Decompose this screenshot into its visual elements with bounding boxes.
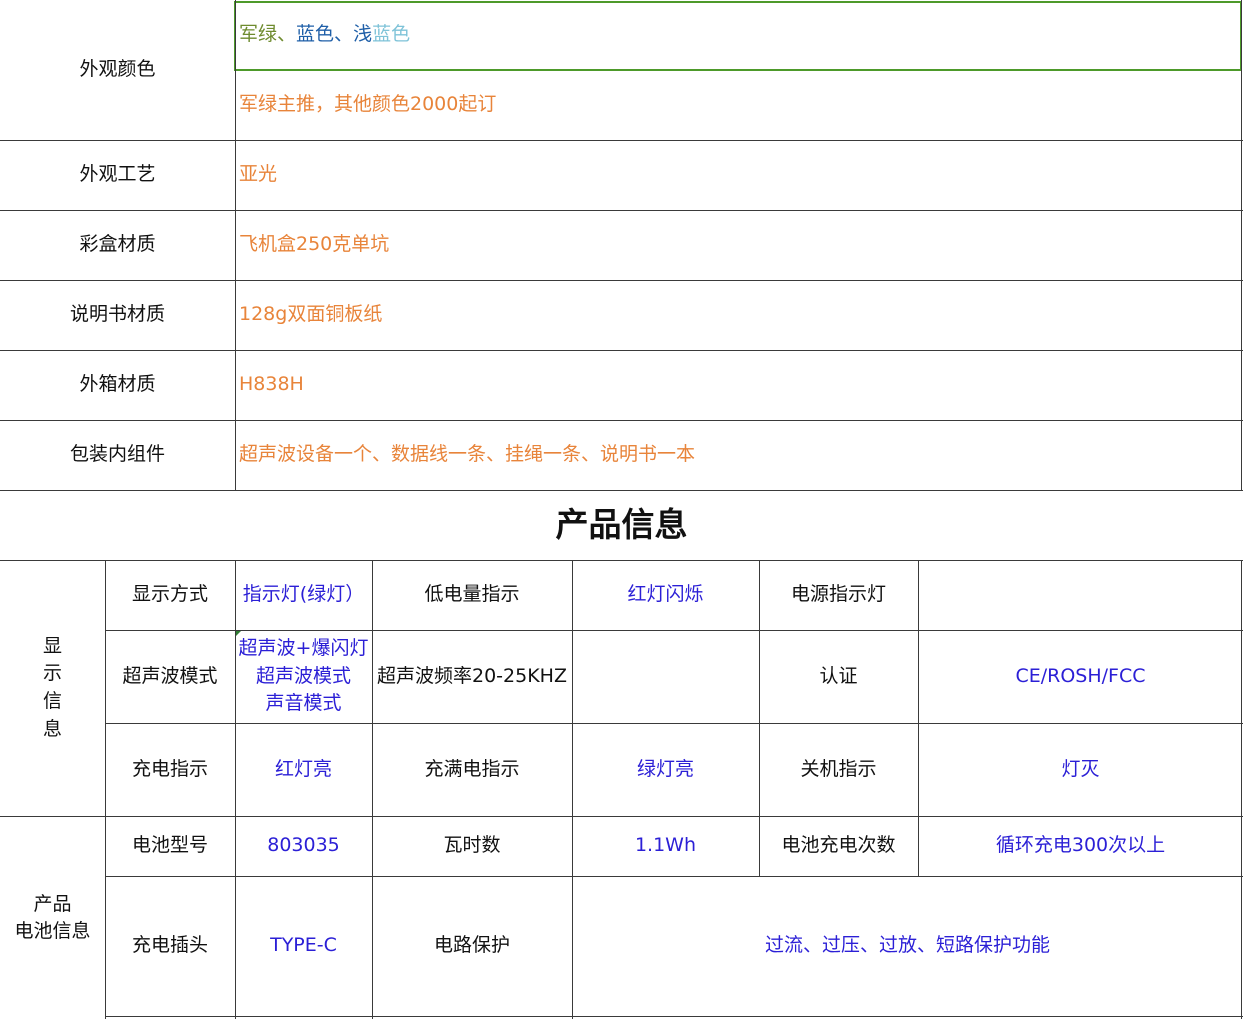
power-indicator-value[interactable]	[918, 560, 1243, 630]
circuit-protection-value[interactable]: 过流、过压、过放、短路保护功能	[572, 876, 1243, 1016]
charging-indicator-label: 充电指示	[131, 757, 208, 780]
battery-info-group-label: 产品 电池信息	[14, 892, 91, 942]
grid-line	[105, 876, 1243, 877]
low-battery-value[interactable]: 红灯闪烁	[572, 560, 759, 630]
grid-line	[105, 1016, 1243, 1017]
outer-box-value[interactable]: H838H	[235, 350, 1243, 420]
grid-line	[0, 140, 1243, 141]
battery-model-value[interactable]: 803035	[235, 816, 372, 876]
charging-plug-value[interactable]: TYPE-C	[235, 876, 372, 1016]
appearance-color-note[interactable]: 军绿主推，其他颜色2000起订	[235, 70, 1243, 140]
grid-line	[0, 420, 1243, 421]
grid-line	[105, 560, 106, 1019]
ultrasonic-mode-label: 超声波模式	[122, 664, 218, 687]
certification-value[interactable]: CE/ROSH/FCC	[918, 630, 1243, 723]
selected-cell-border	[234, 1, 1242, 71]
full-charge-label: 充满电指示	[424, 757, 520, 780]
power-off-label: 关机指示	[800, 757, 877, 780]
battery-model-label: 电池型号	[131, 834, 208, 857]
power-off-value[interactable]: 灯灭	[918, 723, 1243, 816]
grid-line	[0, 350, 1243, 351]
manual-material-label: 说明书材质	[69, 303, 165, 326]
color-box-label: 彩盒材质	[79, 233, 156, 256]
manual-material-value[interactable]: 128g双面铜板纸	[235, 280, 1243, 350]
full-charge-value[interactable]: 绿灯亮	[572, 723, 759, 816]
ultrasonic-frequency-label: 超声波频率20-25KHZ	[377, 664, 567, 687]
grid-line	[105, 630, 1243, 631]
charging-plug-label: 充电插头	[131, 934, 208, 957]
package-contents-value[interactable]: 超声波设备一个、数据线一条、挂绳一条、说明书一本	[235, 420, 1243, 490]
power-indicator-label: 电源指示灯	[790, 583, 886, 606]
appearance-process-label: 外观工艺	[79, 163, 156, 186]
display-info-group-label: 显 示 信 息	[42, 634, 62, 740]
appearance-color-label: 外观颜色	[79, 58, 156, 81]
grid-line	[0, 280, 1243, 281]
watt-hours-label: 瓦时数	[443, 834, 501, 857]
ultrasonic-frequency-value[interactable]	[572, 630, 759, 723]
charge-cycles-label: 电池充电次数	[781, 834, 896, 857]
circuit-protection-label: 电路保护	[433, 934, 510, 957]
grid-line	[572, 560, 573, 1019]
display-mode-label: 显示方式	[131, 583, 208, 606]
grid-line	[0, 816, 1243, 817]
comment-marker-icon	[236, 631, 241, 636]
certification-label: 认证	[819, 664, 858, 687]
grid-line	[759, 560, 760, 876]
section-title: 产品信息	[555, 505, 688, 545]
grid-line	[0, 560, 1243, 561]
display-mode-value[interactable]: 指示灯(绿灯）	[235, 560, 372, 630]
color-box-value[interactable]: 飞机盒250克单坑	[235, 210, 1243, 280]
watt-hours-value[interactable]: 1.1Wh	[572, 816, 759, 876]
ultrasonic-mode-values[interactable]: 超声波+爆闪灯 超声波模式 声音模式	[235, 630, 372, 723]
grid-line	[1241, 560, 1242, 1019]
grid-line	[918, 560, 919, 876]
charge-cycles-value[interactable]: 循环充电300次以上	[918, 816, 1243, 876]
grid-line	[372, 560, 373, 1019]
grid-line	[235, 560, 236, 1019]
appearance-process-value[interactable]: 亚光	[235, 140, 1243, 210]
package-contents-label: 包装内组件	[69, 443, 165, 466]
grid-line	[235, 0, 236, 490]
outer-box-label: 外箱材质	[79, 373, 156, 396]
low-battery-label: 低电量指示	[424, 583, 520, 606]
grid-line	[0, 210, 1243, 211]
charging-indicator-value[interactable]: 红灯亮	[235, 723, 372, 816]
grid-line	[1241, 0, 1242, 490]
grid-line	[105, 723, 1243, 724]
grid-line	[0, 490, 1243, 491]
